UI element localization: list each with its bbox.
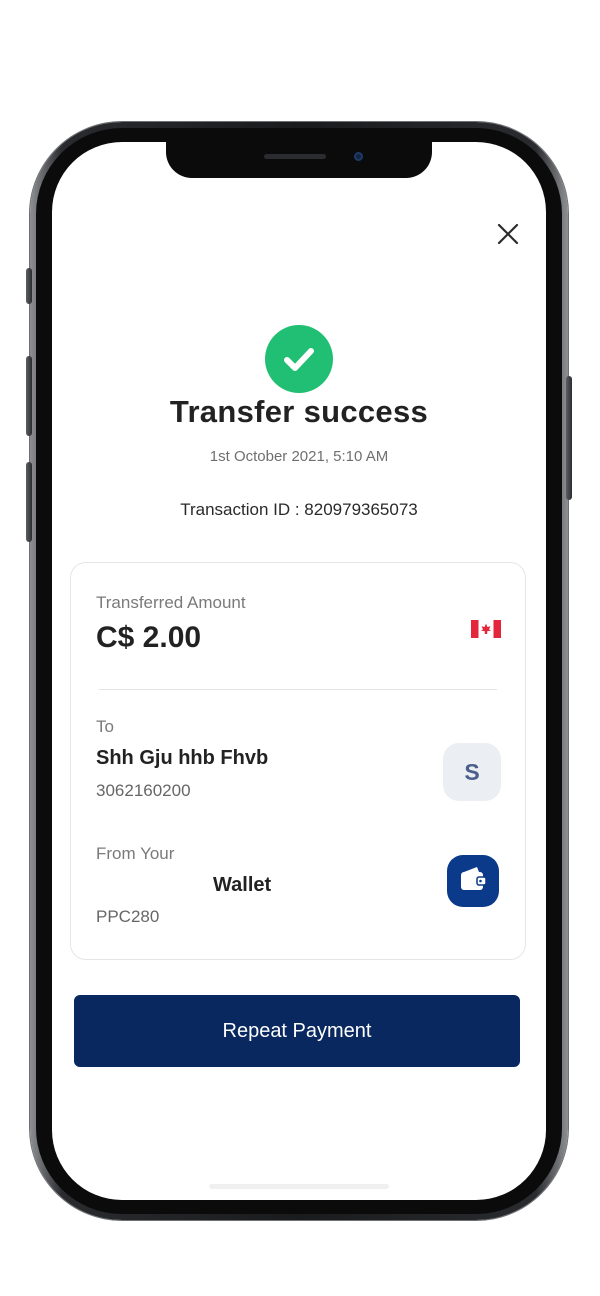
home-indicator [209, 1184, 389, 1189]
transferred-amount: C$ 2.00 [96, 621, 202, 654]
close-button[interactable] [492, 218, 524, 250]
recipient-account-number: 3062160200 [96, 781, 191, 800]
transaction-datetime: 1st October 2021, 5:10 AM [209, 448, 389, 465]
wallet-code: PPC280 [96, 907, 160, 926]
app-screen: Transfer success 1st October 2021, 5:10 … [52, 142, 546, 1200]
check-circle-icon [265, 325, 333, 393]
front-camera-icon [354, 152, 363, 161]
canada-flag-icon [471, 620, 501, 638]
wallet-icon [447, 855, 499, 907]
to-label: To [96, 717, 114, 736]
recipient-avatar: S [443, 743, 501, 801]
volume-up-button [26, 356, 32, 436]
mute-switch [26, 268, 32, 304]
transfer-details-card: Transferred Amount C$ 2.00 To Shh Gju hh… [70, 562, 526, 960]
speaker-grille [264, 154, 326, 159]
notch [166, 142, 432, 178]
recipient-name: Shh Gju hhb Fhvb [96, 747, 269, 769]
from-label: From Your [96, 844, 175, 863]
volume-down-button [26, 462, 32, 542]
page: Transfer success 1st October 2021, 5:10 … [0, 0, 600, 1296]
close-icon [497, 223, 519, 245]
page-title: Transfer success [169, 394, 429, 429]
amount-label: Transferred Amount [96, 593, 246, 612]
wallet-name: Wallet [213, 874, 272, 896]
transaction-id: Transaction ID : 820979365073 [180, 500, 418, 519]
divider [99, 689, 497, 690]
power-button [566, 376, 572, 500]
repeat-payment-button[interactable]: Repeat Payment [74, 995, 520, 1067]
